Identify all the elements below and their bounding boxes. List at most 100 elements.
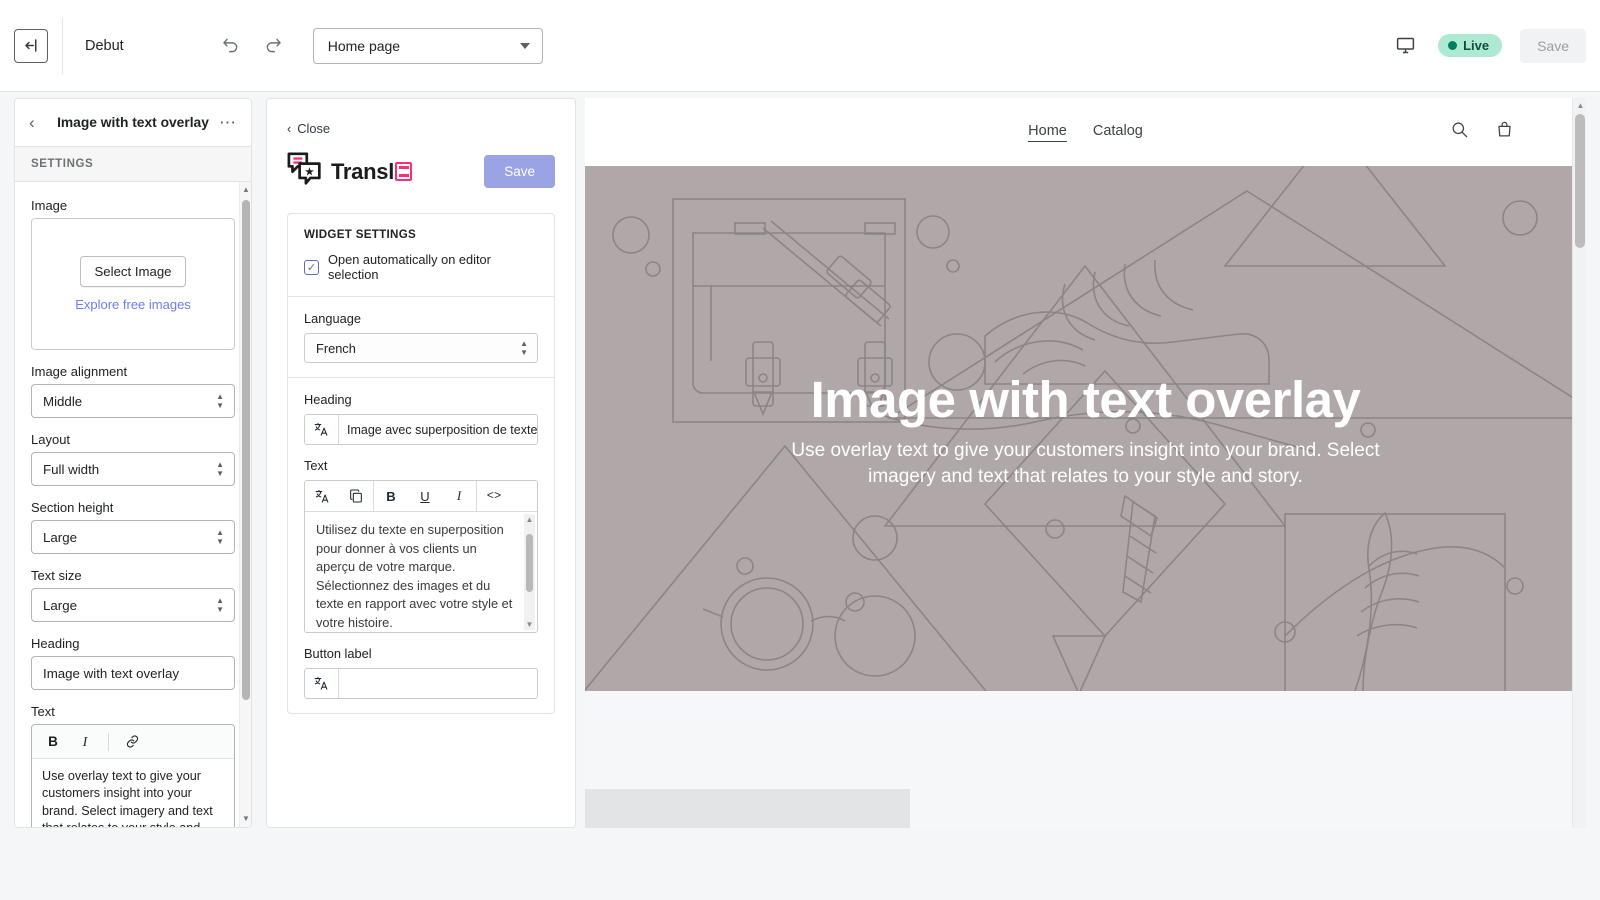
- link-icon[interactable]: [117, 729, 147, 755]
- app-italic-button[interactable]: I: [442, 481, 476, 511]
- translation-app-panel: ‹ Close ★ Transl Save WIDGET SETTINGS: [266, 98, 576, 828]
- app-heading-input-value: Image avec superposition de texte: [339, 415, 537, 444]
- language-select[interactable]: French ▲▼: [304, 333, 538, 363]
- image-field: Image Select Image Explore free images: [31, 198, 235, 350]
- app-heading-label: Heading: [304, 392, 538, 407]
- nav-link-home[interactable]: Home: [1028, 123, 1067, 142]
- app-heading-input-row[interactable]: Image avec superposition de texte: [304, 414, 538, 445]
- select-image-button[interactable]: Select Image: [80, 256, 187, 287]
- close-label: Close: [297, 121, 330, 136]
- toolbar-group-format: B U I: [374, 481, 477, 511]
- app-underline-button[interactable]: U: [408, 481, 442, 511]
- app-bold-button[interactable]: B: [374, 481, 408, 511]
- section-block: [585, 789, 910, 828]
- undo-arrow-icon[interactable]: [216, 31, 246, 61]
- app-rich-text-value: Utilisez du texte en superposition pour …: [316, 522, 512, 630]
- store-nav-links: Home Catalog: [1028, 123, 1143, 142]
- translation-fields-section: Heading Image avec superposition de text…: [288, 378, 554, 713]
- button-label-input-value: [339, 669, 537, 698]
- translate-icon[interactable]: [305, 481, 339, 511]
- code-button[interactable]: <>: [477, 481, 511, 511]
- text-size-select[interactable]: Large ▲▼: [31, 588, 235, 622]
- app-logo: ★ Transl: [287, 152, 412, 191]
- theme-name: Debut: [85, 38, 124, 54]
- italic-button[interactable]: I: [70, 729, 100, 755]
- ellipsis-icon[interactable]: ⋯: [217, 113, 237, 133]
- copy-icon[interactable]: [339, 481, 373, 511]
- explore-free-images-link[interactable]: Explore free images: [75, 297, 191, 312]
- heading-input-value: Image with text overlay: [43, 666, 179, 681]
- page-selector[interactable]: Home page: [313, 28, 543, 64]
- layout-field: Layout Full width ▲▼: [31, 432, 235, 486]
- desktop-monitor-icon[interactable]: [1390, 31, 1420, 61]
- section-height-value: Large: [43, 530, 77, 545]
- preview-scrollbar-thumb[interactable]: [1575, 114, 1585, 248]
- layout-select[interactable]: Full width ▲▼: [31, 452, 235, 486]
- image-alignment-field: Image alignment Middle ▲▼: [31, 364, 235, 418]
- svg-text:★: ★: [304, 164, 314, 178]
- nav-link-catalog[interactable]: Catalog: [1093, 123, 1143, 142]
- bold-button[interactable]: B: [38, 729, 68, 755]
- sidebar-header: ‹ Image with text overlay ⋯: [15, 99, 251, 147]
- app-settings-card: WIDGET SETTINGS ✓ Open automatically on …: [287, 213, 555, 714]
- hero-body: Use overlay text to give your customers …: [756, 438, 1416, 489]
- checkbox-icon[interactable]: ✓: [304, 260, 319, 275]
- exit-icon[interactable]: [14, 29, 48, 63]
- image-label: Image: [31, 198, 235, 213]
- redo-arrow-icon[interactable]: [259, 31, 289, 61]
- sidebar-scrollbar[interactable]: ▲ ▼: [239, 182, 251, 827]
- image-dropzone[interactable]: Select Image Explore free images: [31, 218, 235, 350]
- translate-icon[interactable]: [305, 415, 339, 444]
- image-alignment-select[interactable]: Middle ▲▼: [31, 384, 235, 418]
- status-badge: Live: [1438, 34, 1502, 57]
- app-save-button[interactable]: Save: [484, 155, 555, 188]
- layout-label: Layout: [31, 432, 235, 447]
- page-selector-value: Home page: [328, 38, 400, 54]
- save-button[interactable]: Save: [1520, 29, 1586, 63]
- chevron-down-icon: [520, 43, 530, 49]
- next-section-placeholder: [585, 691, 1586, 828]
- button-label-label: Button label: [304, 646, 538, 661]
- section-height-field: Section height Large ▲▼: [31, 500, 235, 554]
- app-text-label: Text: [304, 458, 538, 473]
- text-size-label: Text size: [31, 568, 235, 583]
- auto-open-checkbox-row[interactable]: ✓ Open automatically on editor selection: [304, 252, 538, 282]
- language-section: Language French ▲▼: [288, 297, 554, 378]
- app-name-text: Transl: [331, 159, 394, 185]
- hero-section: Image with text overlay Use overlay text…: [585, 166, 1586, 691]
- auto-open-label: Open automatically on editor selection: [328, 252, 538, 282]
- app-text-scrollbar[interactable]: ▲ ▼: [524, 514, 535, 630]
- rich-text-editor: B I Use overlay text to give your custom…: [31, 724, 235, 827]
- text-size-field: Text size Large ▲▼: [31, 568, 235, 622]
- scroll-up-arrow-icon[interactable]: ▲: [242, 186, 250, 194]
- heading-input[interactable]: Image with text overlay: [31, 656, 235, 690]
- app-rich-text-content[interactable]: Utilisez du texte en superposition pour …: [305, 512, 537, 632]
- search-icon[interactable]: [1450, 120, 1469, 144]
- stepper-icon: ▲▼: [216, 597, 224, 613]
- hero-text-block: Image with text overlay Use overlay text…: [585, 373, 1586, 489]
- shopping-bag-icon[interactable]: [1495, 120, 1514, 144]
- heading-label: Heading: [31, 636, 235, 651]
- widget-settings-title: WIDGET SETTINGS: [304, 228, 538, 241]
- section-height-select[interactable]: Large ▲▼: [31, 520, 235, 554]
- layout-value: Full width: [43, 462, 99, 477]
- button-label-input-row[interactable]: [304, 668, 538, 699]
- language-value: French: [316, 341, 356, 356]
- scroll-down-arrow-icon[interactable]: ▼: [525, 620, 534, 629]
- translate-icon[interactable]: [305, 669, 339, 698]
- app-text-scrollbar-thumb[interactable]: [526, 534, 533, 592]
- scroll-down-arrow-icon[interactable]: ▼: [242, 815, 250, 823]
- store-nav-icons: [1450, 120, 1514, 144]
- scroll-up-arrow-icon[interactable]: ▲: [525, 515, 534, 524]
- page-title: Image with text overlay: [49, 115, 217, 130]
- toolbar-divider: [108, 733, 109, 751]
- chevron-left-icon[interactable]: ‹: [29, 113, 49, 133]
- language-label: Language: [304, 311, 538, 326]
- text-field: Text B I Use overlay text to give your c…: [31, 704, 235, 827]
- toolbar-group-translate: [305, 481, 374, 511]
- sidebar-scrollbar-thumb[interactable]: [242, 200, 250, 700]
- rich-text-content[interactable]: Use overlay text to give your customers …: [32, 759, 234, 827]
- image-alignment-label: Image alignment: [31, 364, 235, 379]
- close-panel-button[interactable]: ‹ Close: [287, 121, 555, 136]
- scroll-up-arrow-icon[interactable]: ▲: [1576, 101, 1585, 110]
